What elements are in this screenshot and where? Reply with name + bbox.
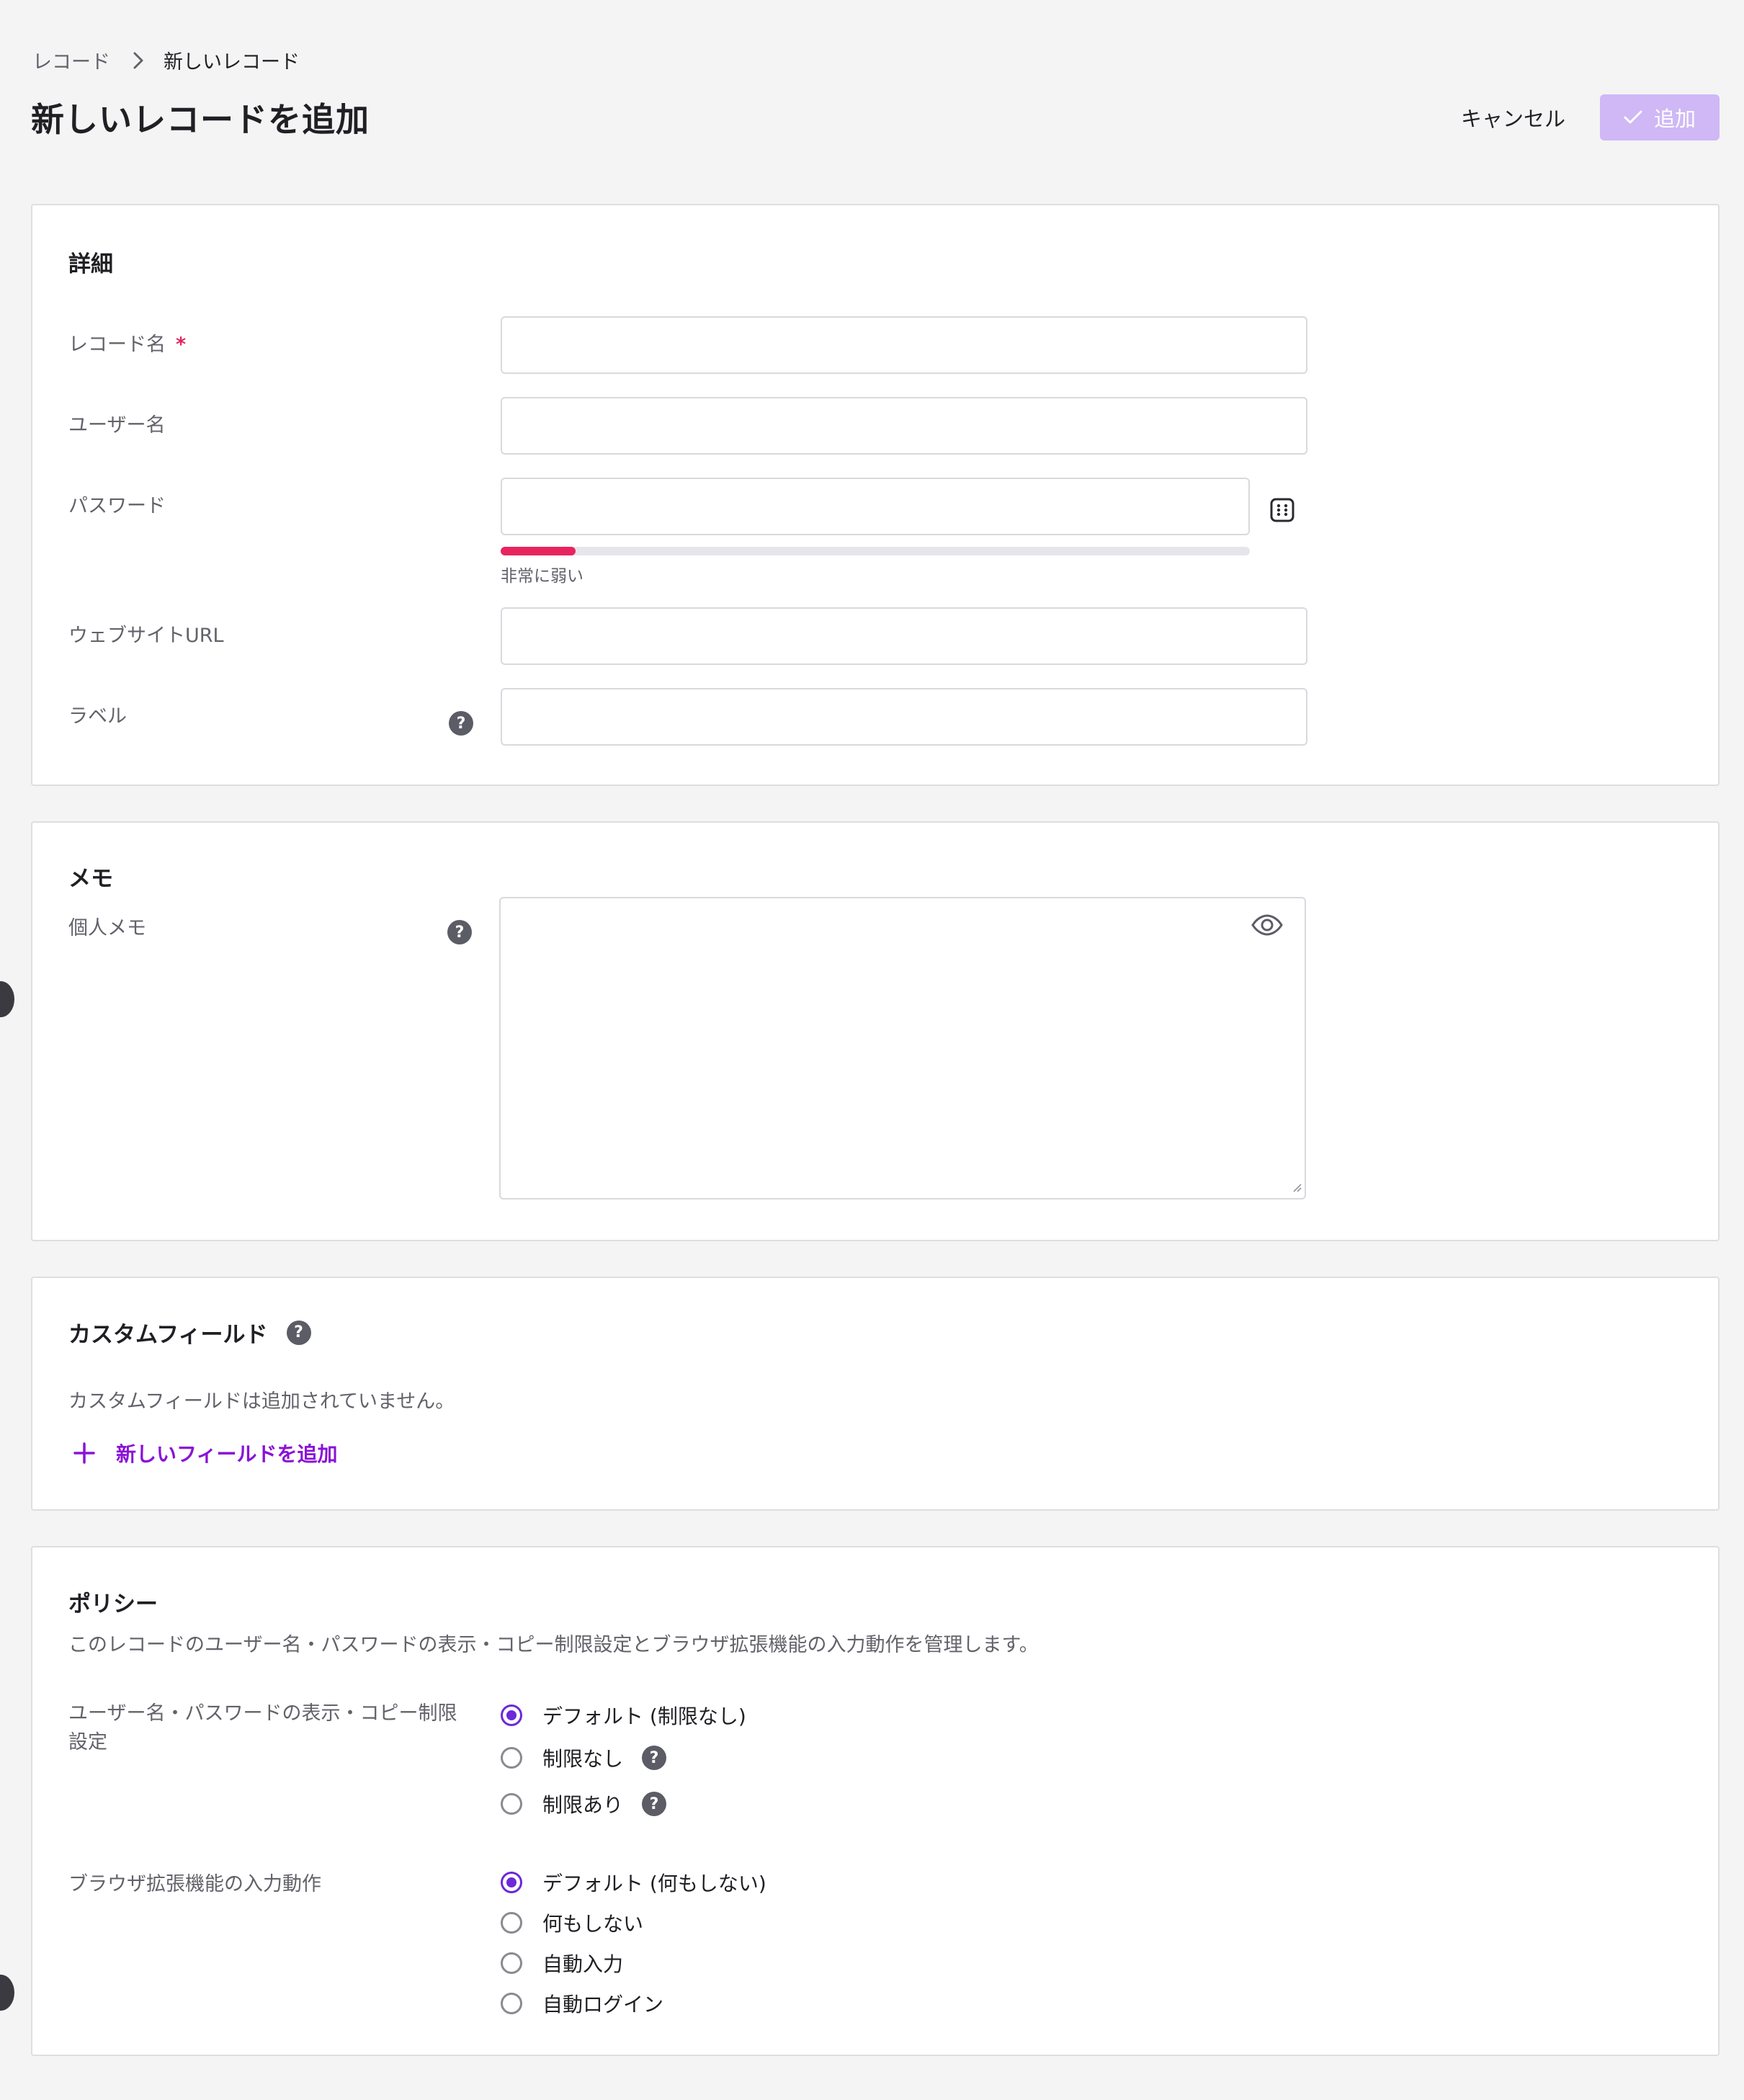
radio-button[interactable] [501,1872,522,1893]
policy-card: ポリシー このレコードのユーザー名・パスワードの表示・コピー制限設定とブラウザ拡… [31,1546,1720,2056]
radio-label: 自動入力 [542,1952,624,1976]
personal-memo-textarea[interactable] [499,897,1306,1199]
question-icon[interactable]: ? [642,1792,667,1816]
personal-memo-label: 個人メモ [68,917,146,939]
resize-handle[interactable] [1292,1181,1302,1195]
radio-button[interactable] [501,1912,522,1934]
custom-fields-title-text: カスタムフィールド [68,1322,268,1348]
radio-label: 制限なし [542,1747,624,1771]
left-edge-handle[interactable] [0,1975,14,2011]
add-button-label: 追加 [1653,107,1696,131]
record-name-input[interactable] [501,316,1307,374]
details-title: 詳細 [68,251,113,277]
radio-button[interactable] [501,1993,522,2014]
breadcrumb-records-link[interactable]: レコード [32,46,110,74]
breadcrumb-current: 新しいレコード [164,51,300,73]
add-field-label: 新しいフィールドを追加 [116,1442,338,1466]
cancel-button[interactable]: キャンセル [1461,102,1565,133]
radio-button[interactable] [501,1747,522,1769]
radio-button[interactable] [501,1704,522,1726]
question-icon[interactable]: ? [642,1746,667,1770]
policy-description: このレコードのユーザー名・パスワードの表示・コピー制限設定とブラウザ拡張機能の入… [68,1634,1039,1656]
custom-fields-title: カスタムフィールド ? [68,1316,311,1349]
password-input[interactable] [501,478,1250,535]
password-strength-meter [501,547,1250,555]
radio-option-browser-autologin[interactable]: 自動ログイン [501,1989,663,2018]
radio-option-browser-autofill[interactable]: 自動入力 [501,1949,623,1978]
display-restriction-label: ユーザー名・パスワードの表示・コピー制限 設定 [68,1699,457,1757]
radio-label: 何もしない [542,1912,644,1936]
labels-input[interactable] [501,688,1307,746]
plus-icon [73,1442,96,1465]
policy-title: ポリシー [68,1591,158,1617]
radio-option-browser-nothing[interactable]: 何もしない [501,1908,643,1937]
browser-extension-label: ブラウザ拡張機能の入力動作 [68,1873,321,1895]
page-title: 新しいレコードを追加 [31,100,370,139]
radio-label: デフォルト (制限なし) [542,1704,746,1728]
required-mark: * [176,334,187,356]
check-icon [1624,105,1642,130]
chevron-right-icon [132,51,145,70]
display-restriction-label-line1: ユーザー名・パスワードの表示・コピー制限 [68,1702,457,1725]
breadcrumb: レコード 新しいレコード [32,46,300,74]
password-label: パスワード [68,495,166,517]
left-edge-handle[interactable] [0,981,14,1017]
question-icon[interactable]: ? [449,711,473,736]
username-input[interactable] [501,397,1307,455]
website-url-input[interactable] [501,607,1307,665]
radio-label: デフォルト (何もしない) [542,1872,766,1895]
display-restriction-label-line2: 設定 [68,1731,107,1753]
radio-label: 自動ログイン [542,1993,664,2016]
radio-option-browser-default[interactable]: デフォルト (何もしない) [501,1868,766,1897]
question-icon[interactable]: ? [286,1320,311,1345]
details-card: 詳細 レコード名 * ユーザー名 パスワード 非常に弱い ウェブサイトURL ラベ… [31,204,1720,786]
custom-fields-empty-text: カスタムフィールドは追加されていません。 [68,1390,455,1413]
radio-label: 制限あり [542,1793,624,1817]
record-name-label-text: レコード名 [68,334,166,356]
labels-label: ラベル [68,705,127,728]
question-icon[interactable]: ? [447,920,472,944]
password-generator-icon[interactable] [1269,497,1295,526]
memo-title: メモ [68,866,113,892]
add-button[interactable]: 追加 [1600,94,1720,140]
radio-button[interactable] [501,1952,522,1974]
username-label: ユーザー名 [68,414,166,437]
eye-icon[interactable] [1251,914,1283,939]
password-strength-text: 非常に弱い [501,567,583,586]
radio-button[interactable] [501,1793,522,1815]
record-name-label: レコード名 * [68,329,186,357]
header-actions: キャンセル 追加 [1461,94,1720,140]
website-url-label: ウェブサイトURL [68,625,224,647]
radio-option-display-default[interactable]: デフォルト (制限なし) [501,1701,746,1730]
password-strength-fill [501,547,576,555]
radio-option-display-restricted[interactable]: 制限あり ? [501,1790,667,1818]
custom-fields-card: カスタムフィールド ? カスタムフィールドは追加されていません。 新しいフィール… [31,1277,1720,1511]
radio-option-display-unrestricted[interactable]: 制限なし ? [501,1743,667,1772]
add-field-button[interactable]: 新しいフィールドを追加 [73,1439,337,1467]
